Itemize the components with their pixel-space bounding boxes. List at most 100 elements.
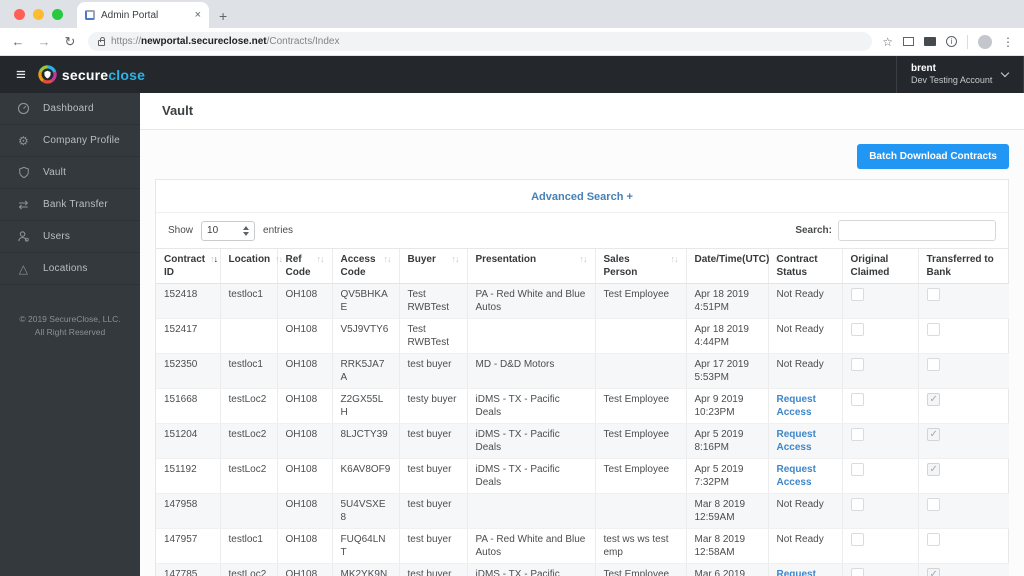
transferred-to-bank-checkbox[interactable]: [926, 393, 940, 406]
advanced-search-toggle[interactable]: Advanced Search +: [156, 180, 1008, 213]
sidebar-item-users[interactable]: Users: [0, 221, 140, 253]
info-icon[interactable]: i: [946, 36, 957, 47]
bookmark-star-icon[interactable]: ☆: [882, 35, 893, 49]
column-header-buyer[interactable]: Buyer ↑↓: [398, 248, 467, 284]
contract-status[interactable]: Not Ready: [777, 499, 824, 510]
column-header-ref-code[interactable]: Ref Code ↑↓: [276, 248, 332, 284]
cell-contract-status: Not Ready: [767, 318, 842, 354]
original-claimed-checkbox[interactable]: [850, 288, 864, 301]
forward-icon[interactable]: →: [36, 34, 52, 49]
sidebar-item-dashboard[interactable]: Dashboard: [0, 93, 140, 125]
cell-contract-id: 152418: [156, 283, 220, 319]
transferred-to-bank-checkbox[interactable]: [926, 288, 940, 301]
search-input[interactable]: [838, 220, 996, 241]
column-header-contract-id[interactable]: Contract ID ↑↓: [156, 248, 220, 284]
cell-location: [219, 318, 277, 354]
user-gear-icon: [16, 230, 31, 243]
contract-status[interactable]: Request Access: [777, 464, 816, 488]
contract-status[interactable]: Request Access: [777, 429, 816, 453]
cell-datetime: Apr 18 2019 4:51PM: [685, 283, 768, 319]
sort-desc-icon: ↓: [583, 254, 587, 264]
cell-transferred-to-bank: [917, 423, 1009, 459]
window-controls[interactable]: [0, 0, 77, 28]
select-stepper-icon: [243, 225, 250, 236]
contract-status[interactable]: Not Ready: [777, 534, 824, 545]
user-name: brent: [911, 62, 936, 74]
search-label: Search:: [795, 225, 832, 236]
contracts-table: Contract ID ↑↓ Location ↑↓ Ref Code ↑↓ Acce…: [156, 248, 1009, 576]
original-claimed-checkbox[interactable]: [850, 358, 864, 371]
original-claimed-checkbox[interactable]: [850, 568, 864, 576]
original-claimed-checkbox[interactable]: [850, 533, 864, 546]
transferred-to-bank-checkbox[interactable]: [926, 358, 940, 371]
cell-sales-person: Test Employee: [594, 458, 686, 494]
close-window-button[interactable]: [14, 8, 25, 20]
sidebar-item-bank-transfer[interactable]: ⇄ Bank Transfer: [0, 189, 140, 221]
new-tab-button[interactable]: +: [219, 8, 227, 24]
column-header-access-code[interactable]: Access Code ↑↓: [331, 248, 399, 284]
contract-status[interactable]: Not Ready: [777, 359, 824, 370]
user-account-menu[interactable]: brent Dev Testing Account: [896, 56, 1024, 93]
sidebar-item-locations[interactable]: △ Locations: [0, 253, 140, 285]
contract-status[interactable]: Request Access: [777, 394, 816, 418]
location-triangle-icon: △: [18, 261, 29, 276]
column-header-datetime[interactable]: Date/Time(UTC) ↑↓: [685, 248, 782, 284]
sort-desc-icon: ↓: [278, 254, 283, 264]
cell-presentation: MD - D&D Motors: [466, 353, 595, 389]
cell-original-claimed: [841, 318, 918, 354]
cell-contract-id: 147957: [156, 528, 220, 564]
tab-close-icon[interactable]: ×: [195, 9, 201, 21]
column-header-location[interactable]: Location ↑↓: [219, 248, 283, 284]
browser-menu-icon[interactable]: ⋮: [1002, 35, 1014, 49]
extension-screen-icon[interactable]: [924, 37, 936, 46]
hamburger-menu-icon[interactable]: ≡: [0, 65, 38, 85]
minimize-window-button[interactable]: [33, 8, 44, 20]
sidebar-item-label: Vault: [43, 167, 67, 178]
original-claimed-checkbox[interactable]: [850, 393, 864, 406]
cell-transferred-to-bank: [917, 563, 1009, 576]
maximize-window-button[interactable]: [52, 8, 63, 20]
transferred-to-bank-checkbox[interactable]: [926, 533, 940, 546]
column-header-presentation[interactable]: Presentation ↑↓: [466, 248, 595, 284]
original-claimed-checkbox[interactable]: [850, 323, 864, 336]
profile-avatar[interactable]: [978, 34, 992, 49]
sidebar-item-vault[interactable]: Vault: [0, 157, 140, 189]
original-claimed-checkbox[interactable]: [850, 498, 864, 511]
cell-contract-status: Not Ready: [767, 283, 842, 319]
sidebar-item-label: Dashboard: [43, 103, 94, 114]
entries-select[interactable]: 10: [201, 220, 256, 241]
column-header-sales-person[interactable]: Sales Person ↑↓: [594, 248, 686, 284]
address-bar[interactable]: https://newportal.secureclose.net/Contra…: [88, 32, 873, 51]
transferred-to-bank-checkbox[interactable]: [926, 498, 940, 511]
contract-status[interactable]: Not Ready: [777, 324, 824, 335]
table-row: 152417 OH108 V5J9VTY6 Test RWBTest Apr 1…: [156, 318, 1009, 354]
cell-datetime: Apr 5 2019 7:32PM: [685, 458, 768, 494]
cell-ref-code: OH108: [276, 388, 332, 424]
original-claimed-checkbox[interactable]: [850, 428, 864, 441]
reload-icon[interactable]: ↻: [62, 34, 78, 50]
transferred-to-bank-checkbox[interactable]: [926, 463, 940, 476]
original-claimed-checkbox[interactable]: [850, 463, 864, 476]
transferred-to-bank-checkbox[interactable]: [926, 428, 940, 441]
sidebar-item-company-profile[interactable]: ⚙ Company Profile: [0, 125, 140, 157]
cell-contract-id: 151204: [156, 423, 220, 459]
extension-frame-icon[interactable]: [903, 37, 914, 46]
cell-datetime: Mar 6 2019 9:54PM: [685, 563, 768, 576]
browser-tab[interactable]: Admin Portal ×: [77, 2, 209, 28]
back-icon[interactable]: ←: [10, 34, 26, 49]
contract-status[interactable]: Not Ready: [777, 289, 824, 300]
entries-label: entries: [263, 225, 294, 236]
cell-original-claimed: [841, 388, 918, 424]
batch-download-contracts-button[interactable]: Batch Download Contracts: [857, 144, 1009, 169]
site-favicon-icon: [85, 10, 95, 20]
cell-buyer: Test RWBTest: [398, 283, 467, 319]
cell-sales-person: test ws ws test emp: [594, 528, 686, 564]
toolbar-divider: [967, 34, 968, 49]
cell-ref-code: OH108: [276, 423, 332, 459]
transferred-to-bank-checkbox[interactable]: [926, 568, 940, 576]
cell-access-code: V5J9VTY6: [331, 318, 399, 354]
contract-status[interactable]: Request Access: [777, 569, 816, 576]
cell-datetime: Apr 9 2019 10:23PM: [685, 388, 768, 424]
transferred-to-bank-checkbox[interactable]: [926, 323, 940, 336]
cell-datetime: Apr 18 2019 4:44PM: [685, 318, 768, 354]
